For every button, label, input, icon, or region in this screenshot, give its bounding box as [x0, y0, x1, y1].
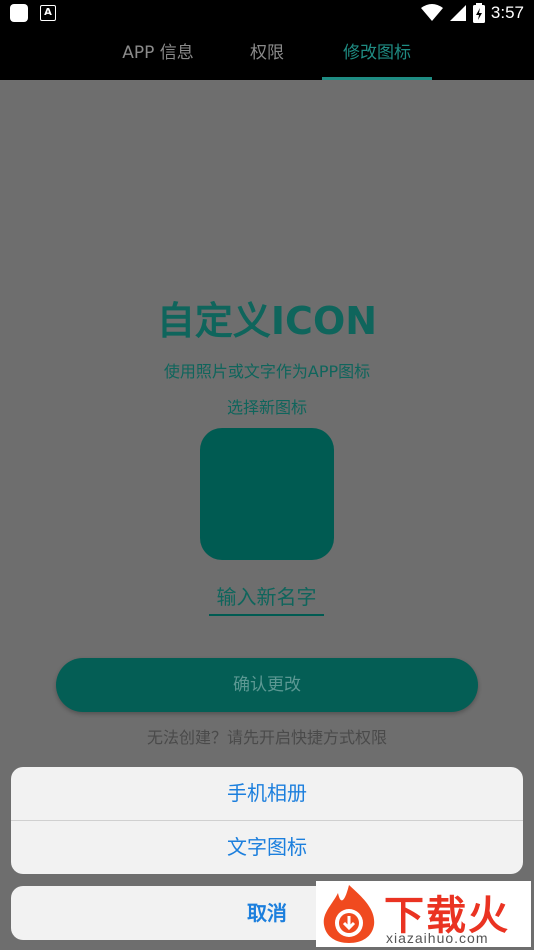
tab-bar: APP 信息 权限 修改图标: [0, 28, 534, 80]
battery-icon: [472, 3, 485, 23]
tab-app-info[interactable]: APP 信息: [110, 28, 206, 80]
permission-hint: 无法创建？请先开启快捷方式权限: [146, 728, 387, 747]
a-icon: A: [40, 5, 56, 21]
flame-logo-icon: [323, 885, 375, 943]
choose-icon-label: 选择新图标: [226, 398, 307, 417]
watermark: 下载火 xiazaihuo.com: [316, 881, 531, 947]
watermark-site: xiazaihuo.com: [386, 930, 489, 946]
icon-preview[interactable]: [200, 428, 334, 560]
wifi-icon: [420, 4, 443, 21]
confirm-button[interactable]: 确认更改: [56, 658, 478, 712]
name-input[interactable]: [209, 580, 324, 616]
option-photo-album[interactable]: 手机相册: [11, 767, 523, 820]
app-icon: [10, 4, 28, 22]
option-text-icon[interactable]: 文字图标: [11, 821, 523, 874]
signal-icon: [449, 5, 466, 21]
status-bar: A 3:57: [0, 0, 534, 28]
status-time: 3:57: [490, 3, 524, 22]
action-sheet: 手机相册 文字图标: [11, 767, 523, 874]
tab-modify-icon[interactable]: 修改图标: [322, 28, 432, 80]
page-subtitle: 使用照片或文字作为APP图标: [163, 362, 371, 381]
page-title: 自定义ICON: [156, 299, 378, 343]
tab-permissions[interactable]: 权限: [232, 28, 302, 80]
